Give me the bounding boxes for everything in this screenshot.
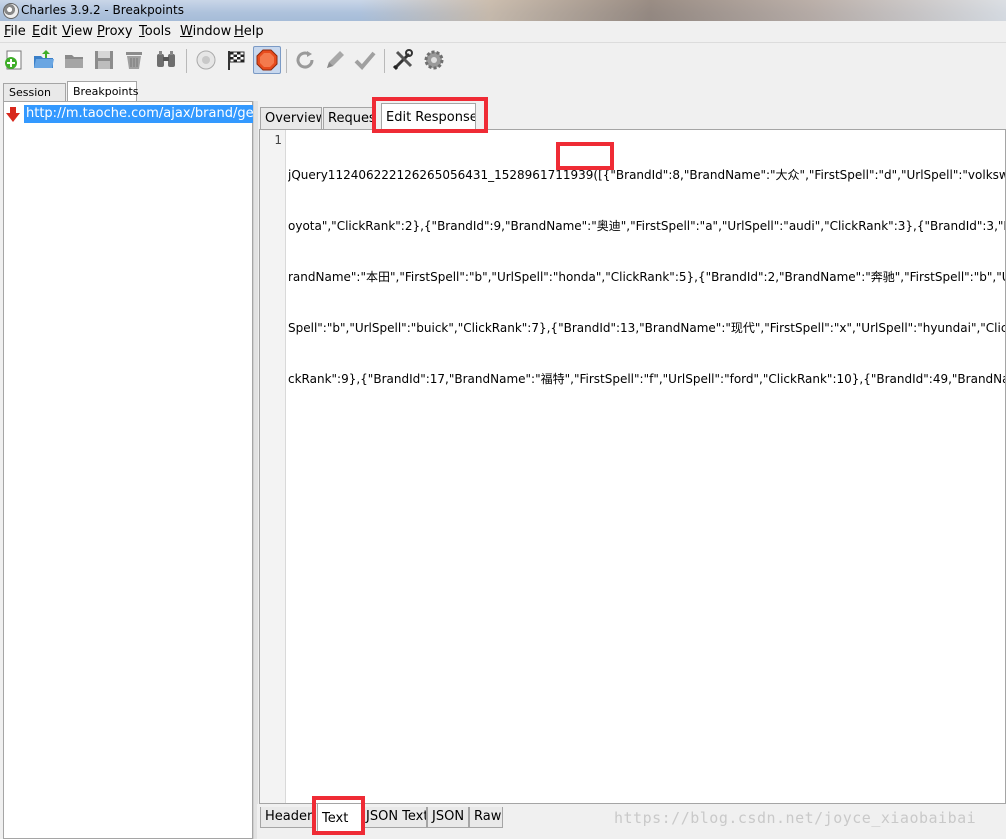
breakpoint-down-arrow-icon	[6, 107, 20, 122]
list-item[interactable]: http://m.taoche.com/ajax/brand/gethot	[5, 105, 253, 123]
menu-bar: File Edit View Proxy Tools Window Help	[0, 21, 1006, 43]
menu-proxy[interactable]: Proxy	[97, 24, 133, 39]
toolbar	[0, 43, 1006, 79]
detail-pane: Overview Reques Edit Response 1 jQuery11…	[257, 101, 1006, 839]
repeat-icon[interactable]	[291, 46, 319, 74]
edit-icon[interactable]	[321, 46, 349, 74]
tab-json[interactable]: JSON	[427, 807, 469, 828]
tab-request[interactable]: Reques	[323, 107, 373, 129]
code-line: Spell":"b","UrlSpell":"buick","ClickRank…	[288, 321, 1006, 335]
throttling-icon[interactable]	[222, 46, 250, 74]
settings-icon[interactable]	[420, 46, 448, 74]
code-line: oyota","ClickRank":2},{"BrandId":9,"Bran…	[288, 219, 1006, 233]
menu-window[interactable]: Window	[180, 24, 231, 39]
watermark: https://blog.csdn.net/joyce_xiaobaibai	[614, 809, 977, 827]
title-bar: Charles 3.9.2 - Breakpoints	[0, 0, 1006, 22]
menu-file[interactable]: File	[4, 24, 26, 39]
tab-overview[interactable]: Overview	[260, 107, 322, 129]
charles-app-icon	[3, 3, 19, 19]
new-session-icon[interactable]	[1, 46, 29, 74]
tab-edit-response[interactable]: Edit Response	[381, 103, 476, 130]
find-icon[interactable]	[152, 46, 180, 74]
close-session-icon[interactable]	[60, 46, 88, 74]
session-tabs: Session 1 * Breakpoints	[0, 81, 1006, 116]
desktop-background	[360, 0, 1006, 21]
open-session-icon[interactable]	[30, 46, 58, 74]
tab-json-text[interactable]: JSON Text	[361, 807, 427, 828]
code-line: jQuery112406222126265056431_152896171193…	[288, 168, 1006, 182]
menu-edit[interactable]: Edit	[32, 24, 57, 39]
menu-tools[interactable]: Tools	[139, 24, 171, 39]
save-session-icon[interactable]	[90, 46, 118, 74]
breakpoints-icon[interactable]	[253, 46, 281, 74]
tab-text[interactable]: Text	[317, 804, 363, 832]
tab-headers[interactable]: Headers	[260, 807, 316, 828]
recording-icon[interactable]	[192, 46, 220, 74]
code-line: randName":"本田","FirstSpell":"b","UrlSpel…	[288, 270, 1006, 284]
menu-help[interactable]: Help	[234, 24, 264, 39]
clear-session-icon[interactable]	[120, 46, 148, 74]
tab-raw[interactable]: Raw	[469, 807, 503, 828]
line-number: 1	[274, 133, 282, 147]
response-body[interactable]: jQuery112406222126265056431_152896171193…	[288, 133, 1006, 422]
tools-icon[interactable]	[389, 46, 417, 74]
breakpoint-list: http://m.taoche.com/ajax/brand/gethot	[3, 101, 253, 839]
code-line: ckRank":9},{"BrandId":17,"BrandName":"福特…	[288, 372, 1006, 386]
tab-breakpoints[interactable]: Breakpoints	[67, 81, 139, 102]
menu-view[interactable]: View	[62, 24, 93, 39]
tab-session-1[interactable]: Session 1 *	[3, 83, 66, 116]
line-number-gutter: 1	[260, 130, 286, 803]
breakpoint-url[interactable]: http://m.taoche.com/ajax/brand/gethot	[24, 105, 253, 123]
window-title: Charles 3.9.2 - Breakpoints	[21, 3, 184, 17]
response-text-editor[interactable]: 1 jQuery112406222126265056431_1528961711…	[259, 129, 1006, 804]
validate-icon[interactable]	[351, 46, 379, 74]
